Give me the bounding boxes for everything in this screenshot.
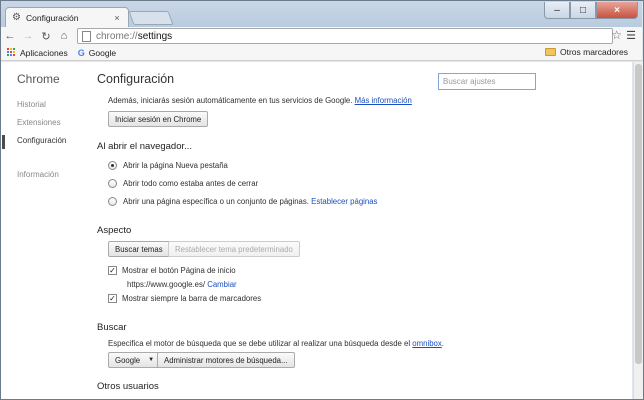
omnibox-link[interactable]: omnibox xyxy=(412,339,441,348)
tab-strip: ⚙ Configuración × – □ × xyxy=(1,1,642,27)
startup-heading: Al abrir el navegador... xyxy=(97,141,193,152)
settings-page: Chrome Historial Extensiones Configuraci… xyxy=(1,62,632,399)
back-arrow-icon[interactable]: ← xyxy=(1,28,19,44)
other-bookmarks[interactable]: Otros marcadores xyxy=(544,47,628,57)
google-icon: G xyxy=(77,47,85,58)
change-home-link[interactable]: Cambiar xyxy=(207,280,236,289)
learn-more-link[interactable]: Más información xyxy=(355,96,412,105)
url-text: chrome://settings xyxy=(96,30,173,42)
home-button-checkbox[interactable]: ✓ xyxy=(108,266,117,275)
search-engine-select[interactable]: Google ▼ xyxy=(108,352,162,368)
other-bookmarks-label: Otros marcadores xyxy=(559,47,628,57)
search-heading: Buscar xyxy=(97,322,127,333)
sidebar-item-extensiones[interactable]: Extensiones xyxy=(17,118,61,127)
close-tab-icon[interactable]: × xyxy=(112,13,122,23)
bookmarks-bar-label: Mostrar siempre la barra de marcadores xyxy=(122,294,262,303)
bookmarks-bar: Aplicaciones G Google Otros marcadores xyxy=(1,45,642,61)
bookmark-apps[interactable]: Aplicaciones xyxy=(7,48,68,58)
active-nav-marker xyxy=(2,135,5,149)
new-tab-button[interactable] xyxy=(128,11,174,25)
sidebar-item-configuracion[interactable]: Configuración xyxy=(17,136,66,145)
home-icon[interactable]: ⌂ xyxy=(55,28,73,44)
forward-arrow-icon[interactable]: → xyxy=(19,28,37,44)
search-description: Especifica el motor de búsqueda que se d… xyxy=(108,339,444,348)
tab-settings[interactable]: ⚙ Configuración × xyxy=(5,7,129,27)
bookmark-google-label: Google xyxy=(88,47,117,58)
search-engine-value: Google xyxy=(115,355,141,365)
startup-radio-restore[interactable] xyxy=(108,179,117,188)
bookmarks-bar-checkbox[interactable]: ✓ xyxy=(108,294,117,303)
maximize-button[interactable]: □ xyxy=(570,2,596,19)
window-controls: – □ × xyxy=(544,2,638,19)
close-window-button[interactable]: × xyxy=(596,2,638,19)
page-scrollbar[interactable] xyxy=(633,62,643,399)
search-input[interactable] xyxy=(438,73,536,90)
bookmark-google[interactable]: G Google xyxy=(78,48,116,58)
scrollbar-thumb[interactable] xyxy=(635,64,642,364)
reset-theme-button[interactable]: Restablecer tema predeterminado xyxy=(168,241,300,257)
signin-text: Además, iniciarás sesión automáticamente… xyxy=(108,96,412,105)
address-bar[interactable]: chrome://settings xyxy=(77,28,613,44)
chevron-down-icon: ▼ xyxy=(148,357,155,363)
appearance-heading: Aspecto xyxy=(97,225,132,236)
page-title: Configuración xyxy=(97,72,175,86)
menu-icon[interactable]: ☰ xyxy=(626,29,636,42)
bookmark-star-icon[interactable]: ☆ xyxy=(611,28,622,42)
startup-option-restore: Abrir todo como estaba antes de cerrar xyxy=(123,179,259,188)
tab-title: Configuración xyxy=(26,12,79,23)
folder-icon xyxy=(544,48,556,56)
gear-icon: ⚙ xyxy=(12,11,21,23)
set-pages-link[interactable]: Establecer páginas xyxy=(311,197,377,206)
sidebar-item-informacion[interactable]: Información xyxy=(17,170,59,179)
sidebar-item-historial[interactable]: Historial xyxy=(17,100,46,109)
reload-icon[interactable]: ↻ xyxy=(37,28,55,44)
apps-grid-icon xyxy=(7,48,16,57)
bookmark-apps-label: Aplicaciones xyxy=(20,47,68,58)
home-url: https://www.google.es/ Cambiar xyxy=(127,280,237,289)
minimize-button[interactable]: – xyxy=(544,2,570,19)
startup-option-newtab: Abrir la página Nueva pestaña xyxy=(123,161,228,170)
home-button-label: Mostrar el botón Página de inicio xyxy=(122,266,236,275)
startup-radio-newtab[interactable] xyxy=(108,161,117,170)
manage-search-engines-button[interactable]: Administrar motores de búsqueda... xyxy=(157,352,295,368)
users-heading: Otros usuarios xyxy=(97,381,159,392)
signin-button[interactable]: Iniciar sesión en Chrome xyxy=(108,111,209,127)
page-icon xyxy=(82,30,91,42)
startup-option-specific: Abrir una página específica o un conjunt… xyxy=(123,197,378,206)
sidebar-title: Chrome xyxy=(17,72,60,86)
get-themes-button[interactable]: Buscar temas xyxy=(108,241,170,257)
toolbar: ← → ↻ ⌂ chrome://settings ☆ ☰ xyxy=(1,27,642,45)
startup-radio-specific[interactable] xyxy=(108,197,117,206)
